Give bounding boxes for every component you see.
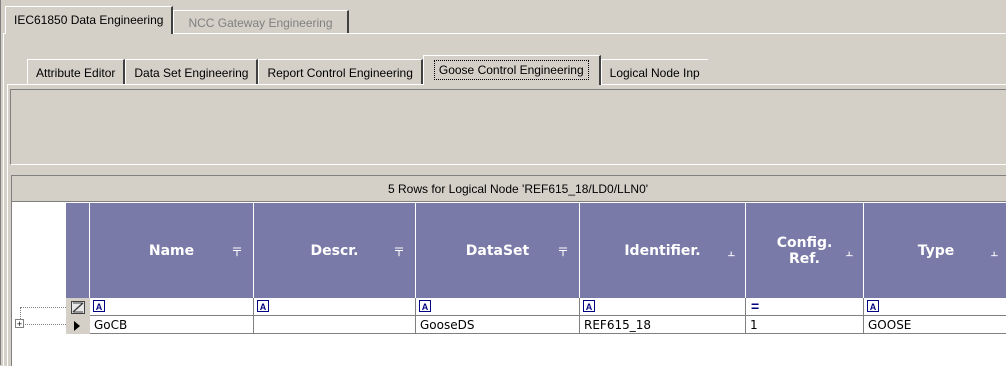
filter-operator-icon[interactable]: A [867,300,879,312]
grid-caption: 5 Rows for Logical Node 'REF615_18/LD0/L… [12,176,1006,202]
column-header-identifier[interactable]: Identifier. ⫠ [580,203,746,298]
filter-dataset[interactable]: A [416,298,580,316]
cell-config-ref[interactable]: 1 [746,316,864,334]
pin-icon[interactable]: ⫠ [846,244,853,260]
filter-descr[interactable]: A [254,298,416,316]
column-header-config-ref[interactable]: Config. Ref. ⫠ [746,203,864,298]
tab-report-control-engineering[interactable]: Report Control Engineering [258,59,423,85]
goose-control-grid: 5 Rows for Logical Node 'REF615_18/LD0/L… [11,175,1006,366]
tab-goose-control-label: Goose Control Engineering [433,60,589,80]
expand-row-icon[interactable]: + [15,319,24,329]
column-header-type-label: Type [917,242,955,259]
filter-operator-icon[interactable]: A [583,300,595,312]
tab-iec61850-data-engineering[interactable]: IEC61850 Data Engineering [5,6,174,34]
column-header-identifier-label: Identifier. [624,242,701,259]
column-header-dataset[interactable]: DataSet 〒 [416,203,580,298]
filter-identifier[interactable]: A [580,298,746,316]
sub-tab-strip: Attribute Editor Data Set Engineering Re… [27,55,708,85]
filter-operator-icon[interactable]: A [419,300,431,312]
tree-line [20,307,21,319]
pin-icon[interactable]: ⫠ [728,244,735,260]
tab-goose-control-engineering[interactable]: Goose Control Engineering [422,55,601,85]
column-header-config-ref-label: Config. Ref. [776,234,833,267]
grid-header-expander [12,203,66,298]
tab-data-set-engineering[interactable]: Data Set Engineering [125,59,259,85]
top-tab-strip: IEC61850 Data Engineering NCC Gateway En… [5,6,349,34]
tree-line [25,324,66,325]
tab-attribute-editor[interactable]: Attribute Editor [27,59,126,85]
column-header-name-label: Name [148,242,195,259]
filter-config-ref[interactable]: = [746,298,864,316]
grid-header-row-selector [66,203,90,298]
tree-line [20,307,66,308]
column-header-dataset-label: DataSet [465,242,530,259]
pin-icon[interactable]: 〒 [557,244,569,260]
filter-operator-icon[interactable]: A [257,300,269,312]
filter-name[interactable]: A [90,298,254,316]
tab-logical-node-inputs[interactable]: Logical Node Inp [600,59,708,85]
pin-icon[interactable]: ⫠ [991,244,998,260]
clear-filter-icon[interactable] [71,301,85,314]
filter-operator-icon[interactable]: A [93,300,105,312]
cell-descr[interactable] [254,316,416,334]
cell-type[interactable]: GOOSE [864,316,1006,334]
cell-name[interactable]: GoCB [90,316,254,334]
toolbar-area [10,89,1006,165]
window: IEC61850 Data Engineering NCC Gateway En… [0,0,1006,366]
column-header-type[interactable]: Type ⫠ [864,203,1006,298]
current-row-indicator-icon [74,321,80,331]
pin-icon[interactable]: 〒 [231,244,243,260]
column-header-descr-label: Descr. [310,242,359,259]
tab-ncc-gateway-engineering[interactable]: NCC Gateway Engineering [173,10,349,34]
cell-dataset[interactable]: GooseDS [416,316,580,334]
filter-type[interactable]: A [864,298,1006,316]
filter-equals-icon[interactable]: = [751,298,759,314]
column-header-descr[interactable]: Descr. 〒 [254,203,416,298]
row-selector-column [66,298,90,334]
cell-identifier[interactable]: REF615_18 [580,316,746,334]
pin-icon[interactable]: 〒 [393,244,405,260]
column-header-name[interactable]: Name 〒 [90,203,254,298]
